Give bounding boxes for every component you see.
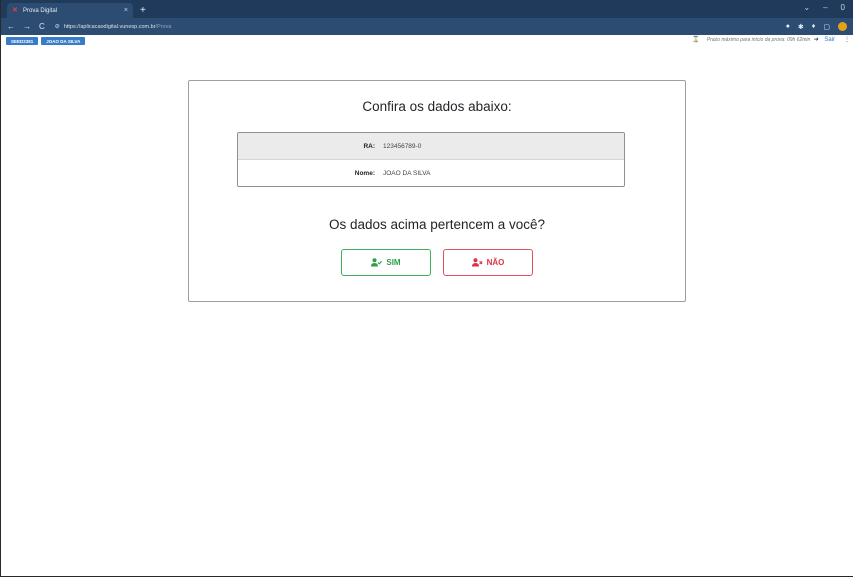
candidate-info-table: RA: 123456789-0 Nome: JOAO DA SILVA	[237, 132, 625, 187]
new-tab-button[interactable]: +	[140, 3, 146, 18]
confirm-no-label: NÃO	[486, 258, 505, 267]
profile-avatar[interactable]	[838, 22, 847, 31]
table-row: Nome: JOAO DA SILVA	[238, 160, 624, 186]
logout-icon[interactable]: ➜	[813, 36, 818, 43]
confirmation-card: Confira os dados abaixo: RA: 123456789-0…	[188, 80, 686, 302]
user-check-icon	[371, 258, 383, 267]
user-times-icon	[471, 258, 483, 267]
deadline-text: Prazo máximo para início da prova: 09h 6…	[706, 36, 811, 43]
candidate-name-badge: JOAO DA SILVA	[41, 37, 86, 45]
url-path: /Prova	[155, 23, 172, 30]
sidebar-icon[interactable]: ▢	[823, 23, 830, 31]
reload-icon[interactable]: C	[39, 22, 45, 31]
name-label: Nome:	[354, 170, 375, 177]
confirm-yes-label: SIM	[386, 258, 401, 267]
extension-icon[interactable]: ✱	[798, 23, 804, 31]
tab-title: Prova Digital	[23, 7, 58, 14]
forward-icon[interactable]: →	[23, 22, 31, 31]
browser-window: ✕ Prova Digital × + ⌄ – 0 ← → C ⊘ https:…	[0, 0, 853, 577]
site-info-icon[interactable]: ⊘	[55, 23, 60, 30]
name-value: JOAO DA SILVA	[383, 170, 431, 177]
extensions-area: ● ✱ ♦ ▢	[786, 22, 847, 31]
url-field[interactable]: ⊘ https://aplicacaodigital.vunesp.com.br…	[55, 23, 172, 31]
tab-search-icon[interactable]: ⌄	[803, 3, 810, 12]
logout-link[interactable]: Sair	[824, 37, 835, 43]
minimize-button[interactable]: –	[823, 3, 827, 12]
more-menu-icon[interactable]: ⋮	[844, 36, 850, 43]
confirmation-question: Os dados acima pertencem a você?	[328, 217, 546, 232]
app-header: SEED2381 JOAO DA SILVA ⌛ Prazo máximo pa…	[1, 35, 853, 47]
hourglass-icon: ⌛	[692, 37, 700, 43]
window-controls: ⌄ – 0	[803, 3, 845, 12]
maximize-button[interactable]: 0	[841, 3, 845, 12]
card-title: Confira os dados abaixo:	[362, 99, 512, 114]
extensions-puzzle-icon[interactable]: ♦	[812, 23, 816, 30]
address-bar: ← → C ⊘ https://aplicacaodigital.vunesp.…	[1, 18, 853, 35]
table-row: RA: 123456789-0	[238, 133, 624, 160]
exam-code-badge: SEED2381	[6, 37, 39, 45]
url-host: https://aplicacaodigital.vunesp.com.br	[63, 23, 156, 30]
tab-bar: ✕ Prova Digital × + ⌄ – 0	[1, 0, 853, 18]
back-icon[interactable]: ←	[7, 22, 15, 31]
close-tab-icon[interactable]: ×	[124, 7, 128, 14]
favicon-icon: ✕	[12, 7, 18, 14]
confirm-yes-button[interactable]: SIM	[341, 249, 431, 276]
deadline-info: ⌛ Prazo máximo para início da prova: 09h…	[692, 36, 835, 44]
browser-tab[interactable]: ✕ Prova Digital ×	[7, 3, 133, 18]
ra-value: 123456789-0	[383, 142, 422, 150]
extension-icon[interactable]: ●	[786, 23, 790, 30]
ra-label: RA:	[363, 142, 375, 150]
confirm-no-button[interactable]: NÃO	[443, 249, 533, 276]
